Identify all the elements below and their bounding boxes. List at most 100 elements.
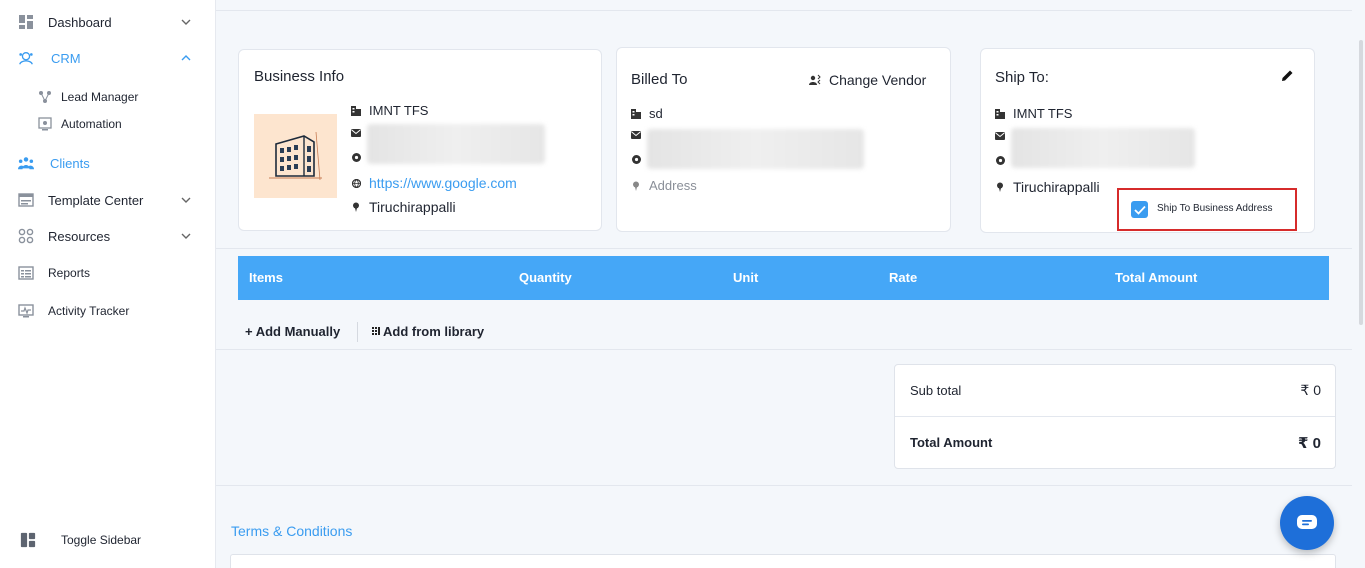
sidebar-item-crm[interactable]: CRM bbox=[0, 44, 216, 72]
sidebar-toggle-icon bbox=[20, 532, 36, 548]
column-header-unit: Unit bbox=[733, 270, 759, 285]
redacted-contact bbox=[367, 124, 545, 164]
chat-button[interactable] bbox=[1280, 496, 1334, 550]
redacted-contact bbox=[1011, 128, 1195, 168]
business-website-link[interactable]: https://www.google.com bbox=[369, 175, 517, 191]
business-info-title: Business Info bbox=[254, 68, 345, 85]
billed-address-placeholder: Address bbox=[649, 178, 697, 193]
billed-phone-row bbox=[631, 154, 649, 164]
billed-to-title: Billed To bbox=[631, 71, 688, 88]
library-grid-icon bbox=[372, 326, 380, 335]
business-name: IMNT TFS bbox=[369, 103, 429, 118]
dashboard-icon bbox=[18, 14, 34, 30]
sidebar-item-label: Dashboard bbox=[48, 14, 112, 30]
chevron-down-icon bbox=[180, 194, 192, 206]
column-header-rate: Rate bbox=[889, 270, 918, 285]
location-pin-icon bbox=[995, 182, 1005, 192]
phone-icon bbox=[351, 152, 361, 162]
total-amount-label: Total Amount bbox=[910, 435, 993, 450]
email-icon bbox=[995, 131, 1005, 141]
location-pin-icon bbox=[351, 202, 361, 212]
chevron-up-icon bbox=[180, 52, 192, 64]
column-header-items: Items bbox=[249, 270, 283, 285]
total-amount-row: Total Amount ₹ 0 bbox=[895, 417, 1335, 469]
sidebar-item-label: CRM bbox=[51, 50, 81, 66]
business-website-row: https://www.google.com bbox=[351, 175, 517, 191]
checkmark-icon bbox=[1133, 205, 1146, 215]
sidebar-item-template-center[interactable]: Template Center bbox=[0, 186, 216, 214]
change-vendor-icon bbox=[809, 74, 821, 86]
sidebar-item-label: Reports bbox=[48, 266, 91, 280]
business-city-row: Tiruchirappalli bbox=[351, 199, 456, 215]
business-city: Tiruchirappalli bbox=[369, 199, 456, 215]
business-phone-row bbox=[351, 152, 369, 162]
ship-name-row: IMNT TFS bbox=[995, 106, 1072, 121]
column-header-total-amount: Total Amount bbox=[1115, 270, 1198, 285]
building-icon bbox=[995, 109, 1005, 119]
change-vendor-button[interactable]: Change Vendor bbox=[809, 72, 926, 88]
resources-icon bbox=[18, 228, 34, 244]
chat-bubble-icon bbox=[1297, 515, 1317, 529]
chevron-down-icon bbox=[180, 16, 192, 28]
globe-icon bbox=[351, 178, 361, 188]
email-icon bbox=[351, 128, 361, 138]
sidebar-item-reports[interactable]: Reports bbox=[0, 259, 216, 287]
column-header-quantity: Quantity bbox=[519, 270, 572, 285]
clients-icon bbox=[18, 155, 34, 171]
terms-editor[interactable] bbox=[230, 554, 1336, 568]
sidebar-item-resources[interactable]: Resources bbox=[0, 222, 216, 250]
billed-address-row: Address bbox=[631, 178, 697, 193]
section-divider bbox=[216, 485, 1352, 486]
edit-pencil-icon[interactable] bbox=[1281, 69, 1294, 82]
add-from-library-label: Add from library bbox=[383, 324, 485, 339]
subtotal-label: Sub total bbox=[910, 383, 962, 398]
ship-city-row: Tiruchirappalli bbox=[995, 179, 1100, 195]
crm-icon bbox=[18, 50, 34, 66]
sidebar-item-activity-tracker[interactable]: Activity Tracker bbox=[0, 297, 216, 325]
chevron-down-icon bbox=[180, 230, 192, 242]
location-pin-icon bbox=[631, 181, 641, 191]
terms-title: Terms & Conditions bbox=[231, 523, 353, 539]
business-name-row: IMNT TFS bbox=[351, 103, 428, 118]
reports-icon bbox=[18, 265, 34, 281]
ship-phone-row bbox=[995, 155, 1013, 165]
change-vendor-label: Change Vendor bbox=[829, 72, 927, 88]
toggle-sidebar-button[interactable]: Toggle Sidebar bbox=[0, 526, 216, 554]
ship-to-card: Ship To: IMNT TFS Tiruchirappalli Ship T… bbox=[980, 48, 1315, 233]
billed-name-row: sd bbox=[631, 106, 663, 121]
sidebar-item-clients[interactable]: Clients bbox=[0, 149, 216, 177]
ship-to-business-address-option[interactable]: Ship To Business Address bbox=[1117, 188, 1297, 231]
ship-to-title: Ship To: bbox=[995, 69, 1049, 86]
business-logo bbox=[254, 114, 337, 198]
subtotal-row: Sub total ₹ 0 bbox=[895, 365, 1335, 417]
items-table-header: Items Quantity Unit Rate Total Amount bbox=[238, 256, 1329, 300]
ship-to-business-label: Ship To Business Address bbox=[1157, 203, 1273, 214]
sidebar: Dashboard CRM Lead Manager Automation Cl… bbox=[0, 0, 216, 568]
section-divider bbox=[216, 349, 1352, 350]
add-from-library-button[interactable]: Add from library bbox=[372, 324, 484, 339]
automation-icon bbox=[38, 117, 52, 131]
main-content: Business Info IMNT TFS https://www.googl… bbox=[216, 0, 1365, 568]
phone-icon bbox=[995, 155, 1005, 165]
ship-to-business-checkbox[interactable] bbox=[1131, 201, 1148, 218]
sidebar-subitem-lead-manager[interactable]: Lead Manager bbox=[0, 86, 216, 108]
toggle-sidebar-label: Toggle Sidebar bbox=[61, 533, 142, 547]
section-divider bbox=[216, 248, 1352, 249]
billed-name: sd bbox=[649, 106, 663, 121]
sidebar-subitem-automation[interactable]: Automation bbox=[0, 113, 216, 135]
email-icon bbox=[631, 130, 641, 140]
sidebar-item-dashboard[interactable]: Dashboard bbox=[0, 8, 216, 36]
totals-panel: Sub total ₹ 0 Total Amount ₹ 0 bbox=[894, 364, 1336, 469]
activity-icon bbox=[18, 303, 34, 319]
billed-to-card: Billed To Change Vendor sd Address bbox=[616, 47, 951, 232]
sidebar-subitem-label: Automation bbox=[61, 117, 122, 131]
add-manually-button[interactable]: + Add Manually bbox=[245, 324, 340, 339]
subtotal-value: ₹ 0 bbox=[1300, 382, 1321, 398]
header-divider bbox=[216, 10, 1352, 11]
template-icon bbox=[18, 192, 34, 208]
action-separator bbox=[357, 322, 358, 342]
ship-name: IMNT TFS bbox=[1013, 106, 1073, 121]
sidebar-item-label: Resources bbox=[48, 228, 111, 244]
page-scrollbar[interactable] bbox=[1359, 40, 1363, 325]
sidebar-subitem-label: Lead Manager bbox=[61, 90, 139, 104]
